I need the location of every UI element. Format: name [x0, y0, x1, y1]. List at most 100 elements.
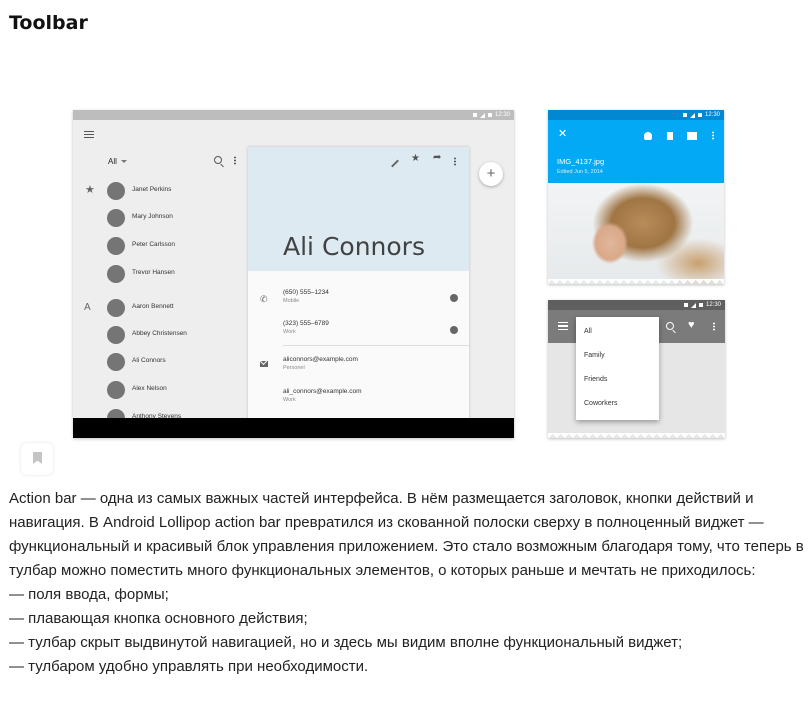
torn-edge [548, 433, 725, 438]
avatar [107, 326, 125, 344]
menu-icon[interactable] [84, 131, 94, 140]
article-paragraph: Action bar — одна из самых важных частей… [9, 490, 804, 579]
contact-name: Trevor Hansen [132, 269, 175, 276]
more-icon[interactable] [454, 157, 456, 166]
contact-name: Peter Carlsson [132, 241, 175, 248]
status-bar: 12:30 [73, 110, 514, 120]
article-heading: Toolbar [9, 12, 88, 34]
tablet-bottom-bar [73, 418, 514, 438]
contact-name: Mary Johnson [132, 213, 173, 220]
group-letter: A [84, 302, 91, 313]
torn-edge [548, 279, 724, 284]
contact-row[interactable]: ★ Janet Perkins [73, 181, 248, 201]
close-icon[interactable]: ✕ [558, 127, 567, 140]
dropdown-option[interactable]: All [584, 328, 592, 335]
avatar [107, 381, 125, 399]
email-address: ali_connors@example.com [283, 388, 362, 395]
email-address: aliconnors@example.com [283, 356, 358, 363]
battery-icon [697, 113, 702, 117]
menu-icon[interactable] [558, 322, 568, 332]
detail-header: ★ ➦ Ali Connors [248, 147, 469, 271]
more-icon[interactable] [712, 131, 714, 140]
status-bar: 12:30 [548, 300, 725, 310]
status-time: 12:30 [705, 302, 721, 308]
phone-number: (650) 555–1234 [283, 289, 329, 296]
divider [283, 345, 469, 346]
wifi-icon [472, 113, 477, 117]
status-time: 12:30 [494, 112, 510, 118]
battery-icon [698, 303, 703, 307]
avatar [107, 353, 125, 371]
search-icon[interactable] [666, 322, 674, 330]
article-body: Action bar — одна из самых важных частей… [9, 487, 804, 679]
phone-icon: ✆ [260, 294, 268, 304]
contact-detail-card: ★ ➦ Ali Connors ✆ (650) 555–1234 Mobile … [248, 147, 469, 438]
message-icon[interactable] [450, 294, 458, 302]
list-item: — плавающая кнопка основного действия; [9, 610, 308, 627]
contact-row[interactable]: Abbey Christensen [73, 325, 248, 345]
wifi-icon [683, 303, 688, 307]
email-type: Work [283, 397, 296, 403]
list-item: — тулбар скрыт выдвинутой навигацией, но… [9, 634, 683, 651]
avatar [107, 182, 125, 200]
photo-subtitle: Edited Jun 5, 2014 [557, 169, 603, 175]
message-icon[interactable] [450, 326, 458, 334]
photo-title: IMG_4137.jpg [557, 157, 605, 166]
signal-icon [689, 112, 695, 118]
heart-icon[interactable]: ♥ [688, 319, 695, 331]
avatar [107, 237, 125, 255]
contact-row[interactable]: Alex Nelson [73, 380, 248, 400]
contact-row[interactable]: Peter Carlsson [73, 236, 248, 256]
dropdown-toolbar-mockup: 12:30 ♥ All Family Friends Coworkers [548, 300, 725, 438]
favorites-star-icon: ★ [85, 184, 95, 196]
filter-label: All [108, 157, 117, 166]
contact-row[interactable]: Trevor Hansen [73, 264, 248, 284]
share-icon[interactable]: ➦ [433, 152, 441, 163]
battery-icon [487, 113, 492, 117]
status-time: 12:30 [704, 112, 720, 118]
contact-name: Abbey Christensen [132, 330, 187, 337]
email-entry[interactable]: ali_connors@example.com Work [283, 388, 362, 403]
more-icon[interactable] [234, 156, 236, 165]
phone-number: (323) 555–6789 [283, 320, 329, 327]
dropdown-option[interactable]: Coworkers [584, 400, 617, 407]
delete-icon[interactable] [667, 132, 673, 140]
avatar [107, 265, 125, 283]
dropdown-option[interactable]: Friends [584, 376, 607, 383]
phone-type: Work [283, 329, 296, 335]
contact-row[interactable]: A Aaron Bennett [73, 298, 248, 318]
email-icon [260, 361, 268, 367]
avatar [107, 299, 125, 317]
status-bar: 12:30 [548, 110, 724, 120]
contact-name: Aaron Bennett [132, 303, 174, 310]
move-to-folder-icon[interactable] [687, 132, 697, 140]
add-fab-button[interactable]: + [479, 162, 503, 186]
email-type: Personel [283, 365, 305, 371]
email-entry[interactable]: aliconnors@example.com Personel [283, 356, 358, 371]
edit-icon[interactable] [391, 159, 399, 168]
list-item: — поля ввода, формы; [9, 586, 169, 603]
contact-name: Ali Connors [132, 357, 166, 364]
signal-icon [690, 302, 696, 308]
list-item: — тулбаром удобно управлять при необходи… [9, 658, 369, 675]
bookmark-icon [33, 452, 42, 464]
phone-type: Mobile [283, 298, 300, 304]
more-icon[interactable] [713, 322, 715, 331]
dropdown-option[interactable]: Family [584, 352, 605, 359]
signal-icon [479, 112, 485, 118]
contact-row[interactable]: Mary Johnson [73, 208, 248, 228]
add-person-icon[interactable] [644, 132, 652, 140]
star-icon[interactable]: ★ [411, 153, 420, 164]
bookmark-button[interactable] [21, 443, 53, 475]
dropdown-caret-icon [120, 160, 127, 163]
phone-entry[interactable]: (323) 555–6789 Work [283, 320, 329, 335]
filter-dropdown-menu: All Family Friends Coworkers [576, 317, 659, 420]
search-icon[interactable] [214, 156, 222, 164]
contact-row[interactable]: Ali Connors [73, 352, 248, 372]
phone-entry[interactable]: (650) 555–1234 Mobile [283, 289, 329, 304]
filter-dropdown[interactable]: All [108, 157, 127, 166]
photo-viewer-mockup: 12:30 ✕ IMG_4137.jpg Edited Jun 5, 2014 [548, 110, 724, 284]
photo-image [548, 183, 724, 284]
photo-toolbar: ✕ IMG_4137.jpg Edited Jun 5, 2014 [548, 120, 724, 183]
contact-name: Alex Nelson [132, 385, 167, 392]
